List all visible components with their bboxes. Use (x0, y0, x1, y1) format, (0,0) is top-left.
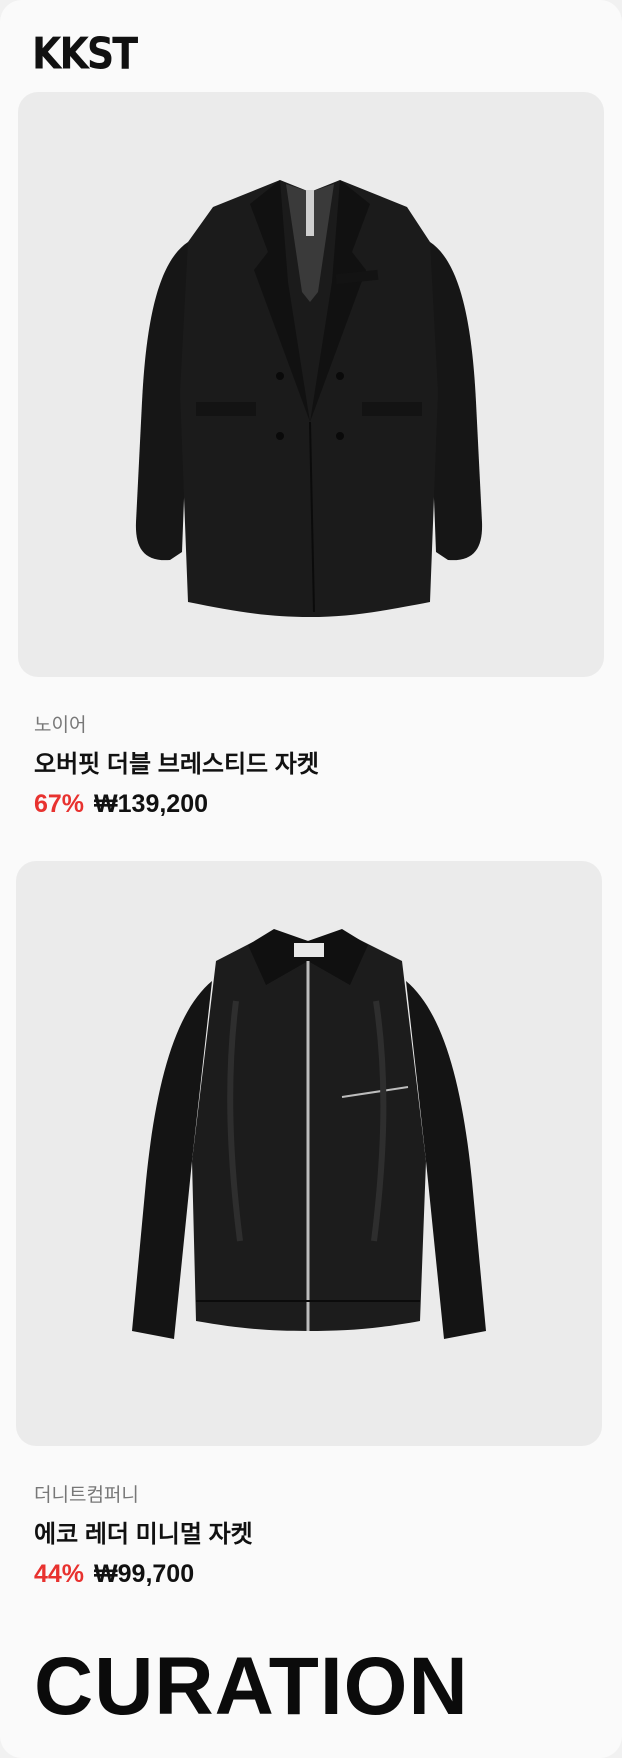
product-image-card[interactable] (16, 861, 602, 1446)
discount-rate: 67% (34, 790, 85, 818)
leather-jacket-image (132, 929, 486, 1339)
brand-logo[interactable]: KKST (32, 28, 138, 79)
product-brand[interactable]: 노이어 (34, 710, 86, 737)
product-price-row: 44% ₩99,700 (34, 1560, 194, 1589)
product-name[interactable]: 오버핏 더블 브레스티드 자켓 (34, 744, 319, 779)
product-name[interactable]: 에코 레더 미니멀 자켓 (34, 1514, 253, 1549)
product-price-row: 67% ₩139,200 (34, 790, 208, 819)
sale-price: ₩139,200 (94, 790, 209, 818)
product-image-card[interactable] (18, 92, 604, 677)
product-brand[interactable]: 더니트컴퍼니 (34, 1480, 139, 1507)
page: KKST 노이어 오버핏 더블 브레스티드 자켓 67% ₩139,200 더니… (0, 0, 622, 1758)
sale-price: ₩99,700 (94, 1560, 195, 1588)
double-breasted-jacket-image (135, 180, 483, 617)
discount-rate: 44% (34, 1560, 85, 1588)
section-title: CURATION (34, 1641, 469, 1732)
